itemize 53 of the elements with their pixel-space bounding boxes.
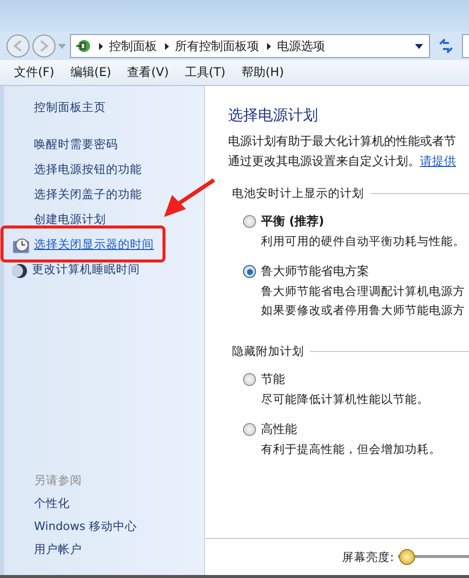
annotation-arrow [164, 178, 216, 217]
plan-name: 平衡 (推荐) [261, 213, 324, 230]
description-text: 电源计划有助于最大化计算机的性能或者节 [228, 133, 456, 150]
sidebar-link[interactable]: 选择关闭显示器的时间 [34, 237, 154, 252]
plan-description: 利用可用的硬件自动平衡功耗与性能。 [261, 234, 465, 249]
sidebar-link[interactable]: 创建电源计划 [34, 212, 106, 227]
sidebar-link[interactable]: Windows 移动中心 [34, 519, 137, 534]
page-title: 选择电源计划 [228, 106, 318, 125]
menu-item[interactable]: 查看(V) [127, 64, 169, 81]
menu-item[interactable]: 文件(F) [14, 64, 54, 81]
clock-icon [12, 238, 30, 254]
power-plug-icon [75, 38, 91, 54]
menu-item[interactable]: 帮助(H) [242, 64, 284, 81]
plan-description: 鲁大师节能省电合理调配计算机电源方 [261, 284, 465, 299]
menu-item[interactable]: 工具(T) [184, 64, 226, 81]
plan-name: 节能 [261, 371, 285, 388]
see-also-heading: 另请参阅 [34, 473, 83, 488]
slider-thumb[interactable] [398, 549, 415, 565]
separator-icon [165, 42, 169, 50]
radio-button[interactable] [243, 373, 256, 386]
separator-icon [267, 42, 271, 50]
sidebar-link[interactable]: 更改计算机睡眠时间 [32, 262, 140, 277]
sidebar-link[interactable]: 用户帐户 [34, 542, 82, 557]
breadcrumb-item[interactable]: 电源选项 [277, 38, 325, 54]
moon-icon [12, 262, 28, 278]
radio-button[interactable] [243, 265, 256, 278]
breadcrumb-item[interactable]: 控制面板 [109, 38, 157, 54]
dropdown-icon[interactable] [415, 44, 423, 48]
refresh-icon[interactable] [438, 39, 454, 53]
separator-icon [99, 42, 103, 50]
radio-button[interactable] [243, 215, 256, 228]
sidebar-link[interactable]: 控制面板主页 [34, 100, 106, 115]
search-field[interactable] [462, 34, 469, 58]
radio-button[interactable] [243, 423, 256, 436]
plan-description: 尽可能降低计算机性能以节能。 [261, 392, 429, 407]
help-link[interactable]: 请提供 [420, 153, 456, 170]
plan-description: 有利于提高性能，但会增加功耗。 [261, 442, 441, 457]
plan-description: 如果要修改或者停用鲁大师节能电源方 [261, 303, 465, 318]
menu-item[interactable]: 编辑(E) [70, 64, 112, 81]
sidebar-link[interactable]: 选择电源按钮的功能 [34, 162, 142, 177]
plan-name: 鲁大师节能省电方案 [261, 263, 369, 280]
description-text: 通过更改其电源设置来自定义计划。 [228, 153, 420, 170]
brightness-label: 屏幕亮度: [342, 550, 394, 564]
group-heading: 电池安时计上显示的计划 [232, 186, 364, 201]
forward-button[interactable] [32, 34, 56, 58]
back-button[interactable] [6, 34, 30, 58]
breadcrumb-item[interactable]: 所有控制面板项 [175, 38, 259, 54]
address-bar[interactable]: 控制面板 所有控制面板项 电源选项 [70, 34, 430, 58]
sidebar-link[interactable]: 个性化 [34, 496, 70, 511]
sidebar-link[interactable]: 选择关闭盖子的功能 [34, 187, 142, 202]
sidebar-link[interactable]: 唤醒时需要密码 [34, 137, 118, 152]
group-heading: 隐藏附加计划 [232, 344, 304, 359]
plan-name: 高性能 [261, 421, 297, 438]
